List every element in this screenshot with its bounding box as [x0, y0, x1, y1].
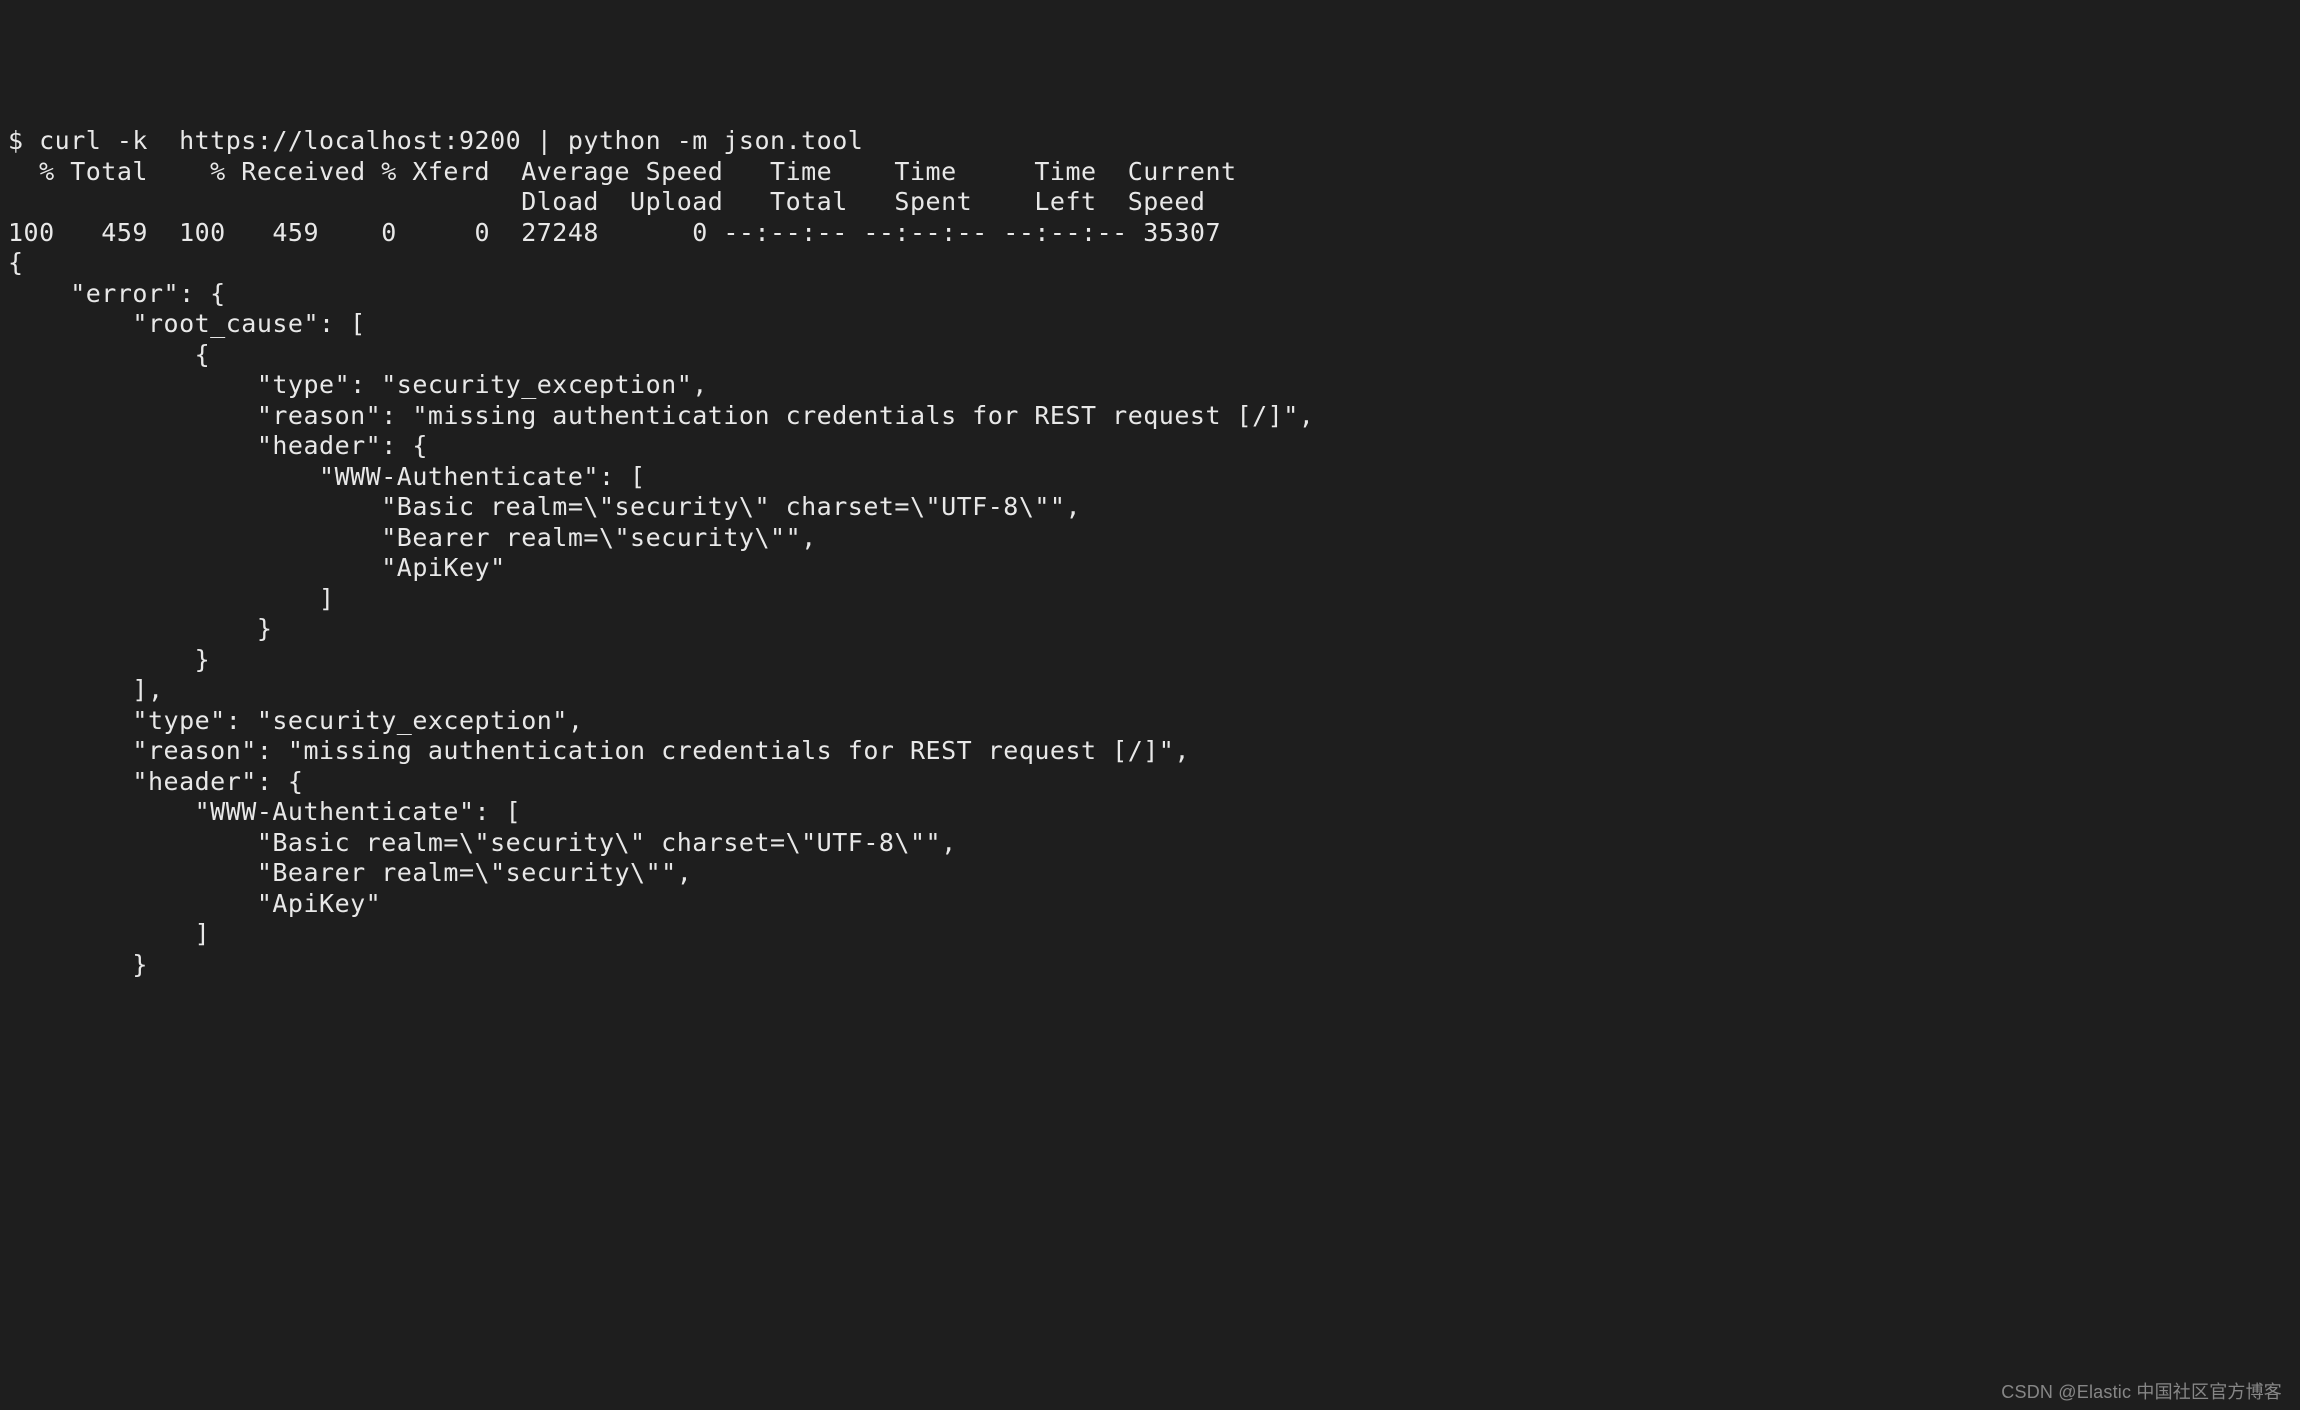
curl-progress-header-2: Dload Upload Total Spent Left Speed — [8, 187, 1205, 216]
watermark-text: CSDN @Elastic 中国社区官方博客 — [2001, 1382, 2282, 1404]
curl-progress-header-1: % Total % Received % Xferd Average Speed… — [8, 157, 1237, 186]
json-output: { "error": { "root_cause": [ { "type": "… — [8, 248, 1314, 979]
terminal-output[interactable]: $ curl -k https://localhost:9200 | pytho… — [8, 126, 2292, 980]
curl-progress-values: 100 459 100 459 0 0 27248 0 --:--:-- --:… — [8, 218, 1221, 247]
shell-prompt: $ — [8, 126, 39, 155]
command-text: curl -k https://localhost:9200 | python … — [39, 126, 863, 155]
